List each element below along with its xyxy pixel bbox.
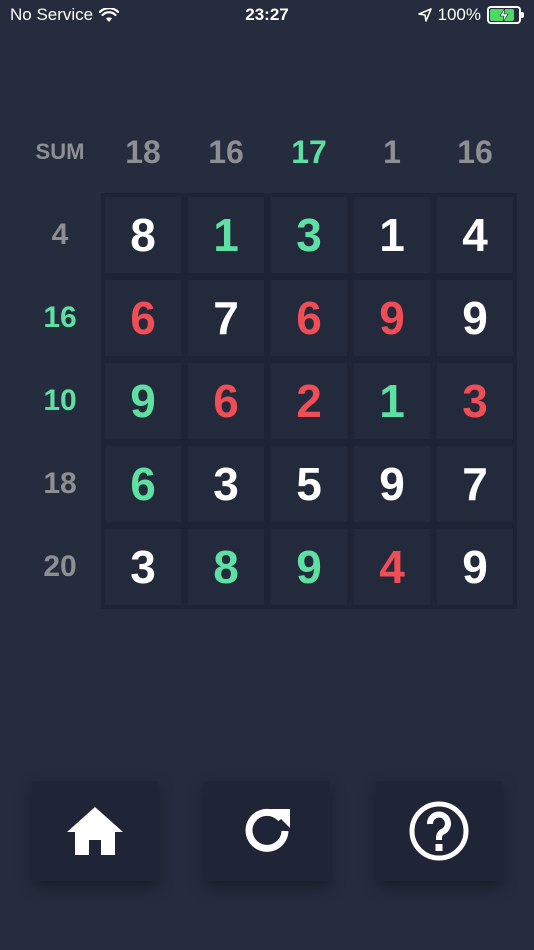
- grid-cell[interactable]: 6: [105, 446, 181, 522]
- status-bar: No Service 23:27 100%: [0, 0, 534, 32]
- battery-percent: 100%: [437, 5, 481, 24]
- grid-cell[interactable]: 3: [188, 446, 264, 522]
- grid-cell[interactable]: 5: [271, 446, 347, 522]
- home-icon: [67, 807, 123, 855]
- sum-label: SUM: [35, 139, 85, 164]
- grid-cell[interactable]: 4: [437, 197, 513, 273]
- column-sum: 1: [383, 134, 401, 170]
- restart-button[interactable]: [204, 781, 330, 881]
- grid-cell[interactable]: 3: [437, 363, 513, 439]
- grid-cell[interactable]: 6: [105, 280, 181, 356]
- row-sum: 18: [43, 467, 77, 500]
- column-sum: 16: [457, 134, 493, 170]
- grid-cell[interactable]: 9: [437, 529, 513, 605]
- battery-cap: [521, 12, 524, 18]
- grid-cell[interactable]: 4: [354, 529, 430, 605]
- grid-cell[interactable]: 7: [188, 280, 264, 356]
- column-sum: 16: [208, 134, 244, 170]
- grid-cell[interactable]: 9: [354, 280, 430, 356]
- grid-cell[interactable]: 3: [105, 529, 181, 605]
- grid-cell[interactable]: 1: [354, 197, 430, 273]
- grid-cell[interactable]: 7: [437, 446, 513, 522]
- grid-cell[interactable]: 9: [271, 529, 347, 605]
- location-arrow-icon: [417, 8, 432, 22]
- row-sum: 4: [51, 218, 69, 251]
- grid-cell[interactable]: 6: [188, 363, 264, 439]
- column-sum: 18: [125, 134, 161, 170]
- status-right: 100%: [417, 5, 524, 25]
- row-sum: 20: [43, 550, 77, 583]
- grid-cell[interactable]: 9: [354, 446, 430, 522]
- grid-cell[interactable]: 9: [105, 363, 181, 439]
- number-grid: 8131467699962136359738949: [101, 193, 517, 609]
- grid-cell[interactable]: 6: [271, 280, 347, 356]
- help-icon: [409, 801, 469, 861]
- grid-cell[interactable]: 8: [188, 529, 264, 605]
- help-button[interactable]: [376, 781, 502, 881]
- grid-cell[interactable]: 1: [188, 197, 264, 273]
- grid-cell[interactable]: 9: [437, 280, 513, 356]
- refresh-icon: [245, 808, 290, 852]
- battery-icon: [487, 6, 521, 24]
- row-sum: 16: [43, 301, 77, 334]
- column-sum: 17: [291, 134, 327, 170]
- grid-cell[interactable]: 3: [271, 197, 347, 273]
- grid-cell[interactable]: 8: [105, 197, 181, 273]
- home-button[interactable]: [32, 781, 158, 881]
- charging-bolt-icon: [499, 8, 509, 22]
- row-sum: 10: [43, 384, 77, 417]
- grid-cell[interactable]: 1: [354, 363, 430, 439]
- grid-cell[interactable]: 2: [271, 363, 347, 439]
